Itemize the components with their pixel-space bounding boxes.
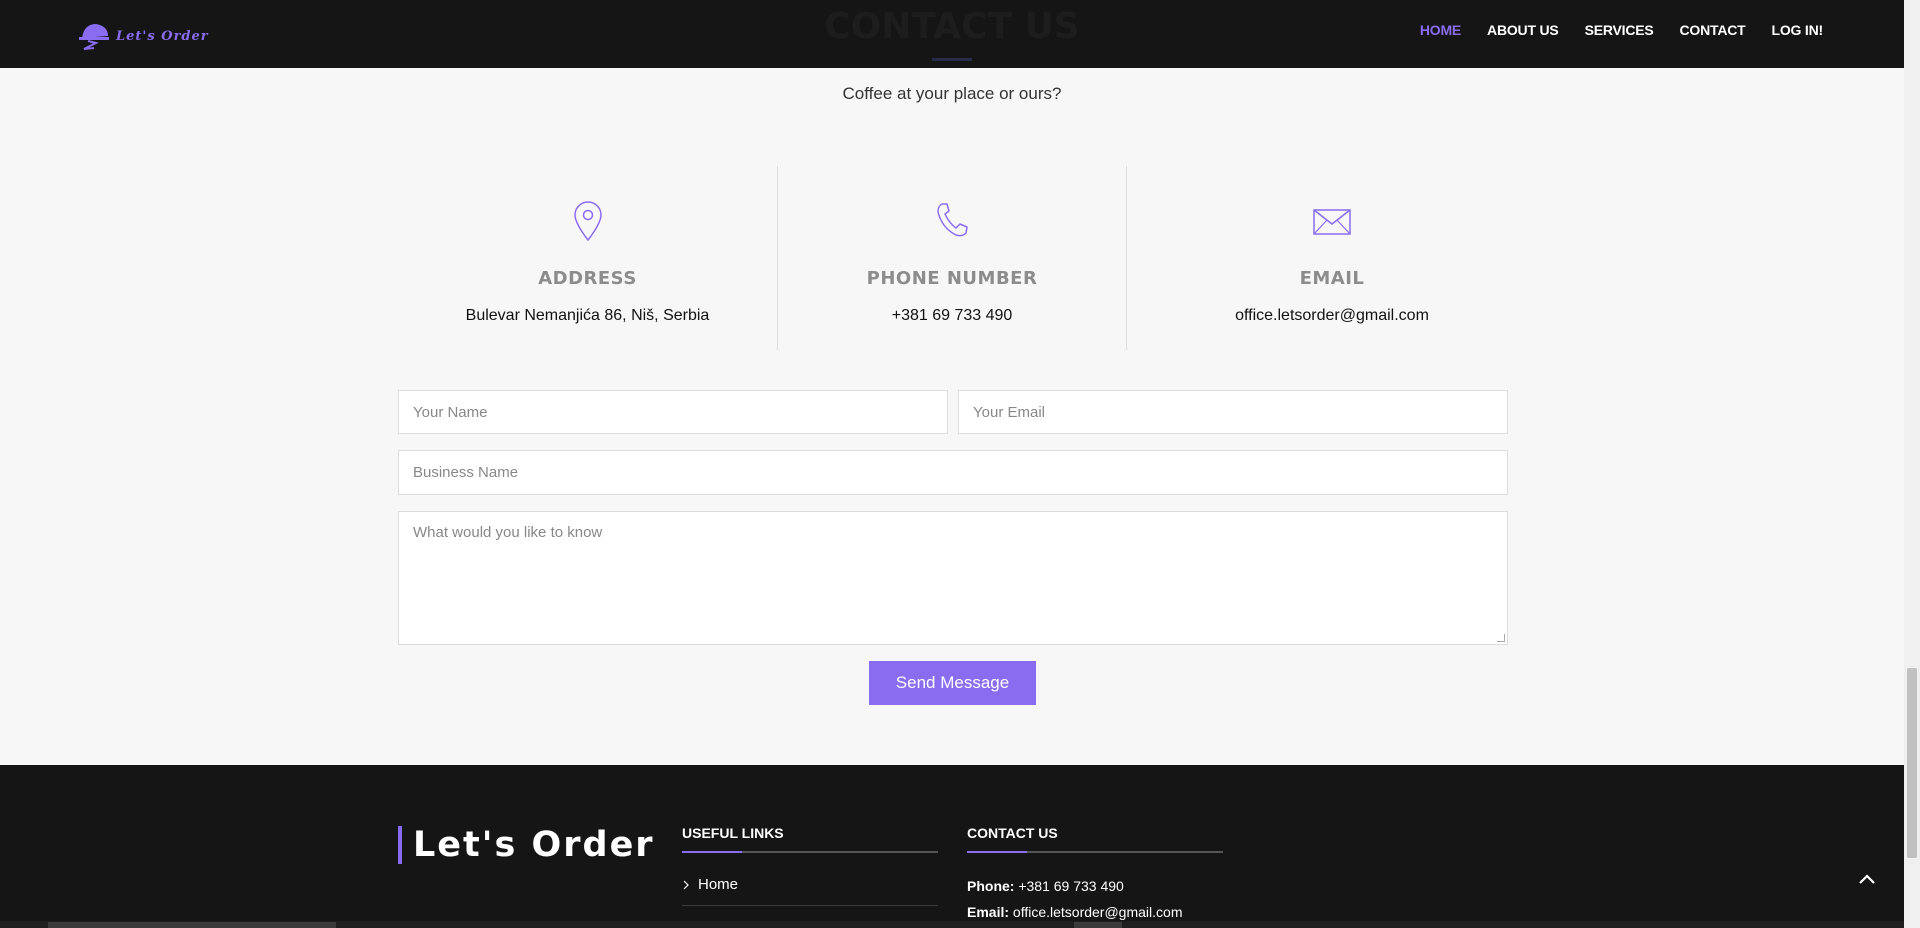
envelope-icon bbox=[1313, 209, 1351, 235]
footer-link-home[interactable]: Home bbox=[682, 876, 738, 893]
send-message-button[interactable]: Send Message bbox=[869, 661, 1036, 705]
useful-links-underline bbox=[682, 851, 938, 853]
address-box: ADDRESS Bulevar Nemanjića 86, Niš, Serbi… bbox=[398, 166, 778, 350]
footer-email: Email: office.letsorder@gmail.com bbox=[967, 904, 1182, 920]
message-placeholder: What would you like to know bbox=[413, 524, 603, 541]
email-value: office.letsorder@gmail.com bbox=[1235, 307, 1429, 324]
phone-icon bbox=[937, 203, 968, 237]
back-to-top-button[interactable] bbox=[1858, 872, 1876, 890]
address-heading: ADDRESS bbox=[538, 268, 637, 289]
section-title: CONTACT US bbox=[824, 6, 1080, 47]
map-pin-icon bbox=[573, 201, 602, 242]
taskbar-segment bbox=[48, 922, 336, 928]
footer-contact-heading: CONTACT US bbox=[967, 825, 1058, 841]
footer-brand: Let's Order bbox=[398, 826, 655, 864]
footer-phone-label: Phone: bbox=[967, 878, 1015, 894]
name-input[interactable]: Your Name bbox=[398, 390, 948, 434]
email-heading: EMAIL bbox=[1299, 268, 1365, 289]
address-value: Bulevar Nemanjića 86, Niš, Serbia bbox=[465, 307, 710, 324]
chevron-up-icon bbox=[1859, 874, 1875, 884]
business-name-input[interactable]: Business Name bbox=[398, 450, 1508, 495]
title-underline bbox=[932, 58, 972, 61]
resize-handle[interactable] bbox=[1497, 634, 1505, 642]
footer-link-label: Home bbox=[698, 876, 739, 893]
footer-email-label: Email: bbox=[967, 904, 1010, 920]
email-input[interactable]: Your Email bbox=[958, 390, 1508, 434]
horizontal-scrollbar[interactable] bbox=[0, 921, 1904, 928]
section-subtitle: Coffee at your place or ours? bbox=[842, 84, 1062, 103]
footer-phone-value: +381 69 733 490 bbox=[1018, 878, 1124, 894]
taskbar-segment bbox=[1074, 922, 1122, 928]
scrollbar-thumb[interactable] bbox=[1907, 668, 1917, 858]
message-textarea[interactable]: What would you like to know bbox=[398, 511, 1508, 645]
site-footer bbox=[0, 765, 1904, 928]
phone-heading: PHONE NUMBER bbox=[866, 268, 1038, 289]
phone-value: +381 69 733 490 bbox=[891, 307, 1013, 324]
footer-contact-underline bbox=[967, 851, 1223, 853]
footer-phone: Phone: +381 69 733 490 bbox=[967, 878, 1124, 894]
footer-email-value[interactable]: office.letsorder@gmail.com bbox=[1013, 904, 1183, 920]
email-box: EMAIL office.letsorder@gmail.com bbox=[1127, 166, 1537, 350]
footer-link-divider bbox=[682, 905, 938, 906]
useful-links-heading: USEFUL LINKS bbox=[682, 825, 784, 841]
phone-box: PHONE NUMBER +381 69 733 490 bbox=[778, 166, 1127, 350]
chevron-right-icon bbox=[683, 880, 689, 889]
